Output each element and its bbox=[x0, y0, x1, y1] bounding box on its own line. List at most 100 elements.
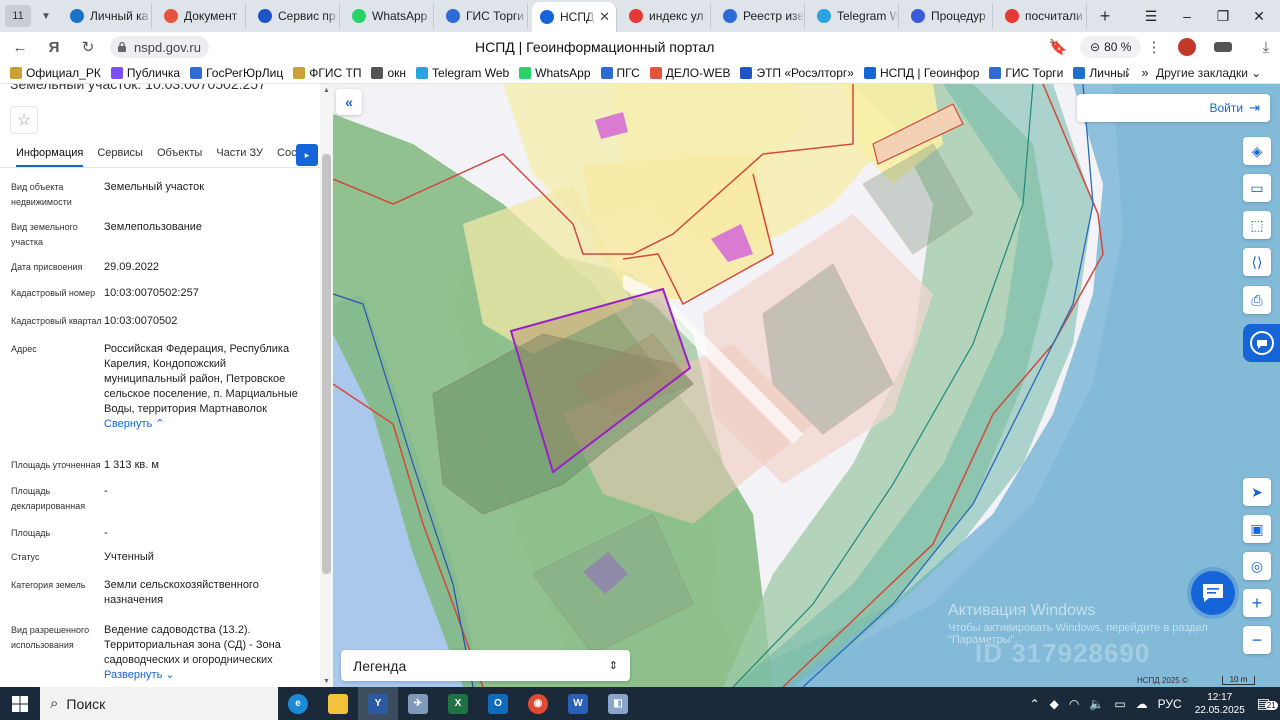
panel-tab[interactable]: Части ЗУ bbox=[216, 140, 263, 167]
app-generic[interactable]: ◧ bbox=[598, 687, 638, 720]
scroll-down-icon[interactable]: ▼ bbox=[320, 675, 333, 687]
minimize-icon[interactable]: – bbox=[1169, 0, 1205, 32]
bookmark-item[interactable]: ДЕЛО-WEB bbox=[649, 66, 730, 80]
activation-line-1: Чтобы активировать Windows, перейдите в … bbox=[948, 622, 1208, 634]
new-tab-button[interactable]: + bbox=[1093, 4, 1117, 28]
layers-icon[interactable]: ◈ bbox=[1243, 137, 1271, 165]
close-tab-icon[interactable]: ✕ bbox=[599, 9, 610, 25]
cloud-icon[interactable]: ☁ bbox=[1136, 697, 1148, 711]
reload-icon[interactable]: ↻ bbox=[74, 33, 102, 61]
zoom-in-button[interactable]: + bbox=[1243, 589, 1271, 617]
bookmark-item[interactable]: ЭТП «Росэлторг» bbox=[740, 66, 854, 80]
bookmark-item[interactable]: Официал_РК bbox=[10, 66, 101, 80]
panel-scrollbar[interactable]: ▲ ▼ bbox=[320, 84, 333, 687]
other-bookmarks[interactable]: Другие закладки ⌄ bbox=[1156, 66, 1261, 80]
bookmarks-more-icon[interactable]: » bbox=[1141, 65, 1148, 80]
locate-icon[interactable]: ◎ bbox=[1243, 552, 1271, 580]
browser-tab[interactable]: Личный ка bbox=[62, 3, 152, 29]
bookmark-item[interactable]: Личный bbox=[1073, 66, 1129, 80]
wifi-icon[interactable]: ◠ bbox=[1069, 697, 1079, 711]
collapse-panel-button[interactable]: « bbox=[336, 89, 362, 115]
bookmark-item[interactable]: НСПД | Геоинфор bbox=[863, 66, 979, 80]
minimap-icon[interactable]: ▣ bbox=[1243, 515, 1271, 543]
bookmark-favicon-icon bbox=[190, 66, 203, 79]
browser-tab[interactable]: Процедур bbox=[903, 3, 993, 29]
expand-usage-link[interactable]: Развернуть ⌄ bbox=[104, 668, 304, 683]
bookmark-label: Telegram Web bbox=[432, 65, 510, 80]
browser-tab[interactable]: ГИС Торги bbox=[438, 3, 528, 29]
scroll-thumb[interactable] bbox=[322, 154, 331, 574]
scroll-up-icon[interactable]: ▲ bbox=[320, 84, 333, 96]
bookmark-label: ГосРегЮрЛиц bbox=[206, 65, 284, 80]
favorite-star-icon[interactable]: ☆ bbox=[10, 106, 38, 134]
more-menu-icon[interactable]: ⋮ bbox=[1140, 33, 1168, 61]
menu-icon[interactable]: ☰ bbox=[1133, 0, 1169, 32]
windows-logo-icon bbox=[12, 695, 28, 712]
collapse-address-link[interactable]: Свернуть ⌃ bbox=[104, 417, 304, 432]
tabs-scroll-right-icon[interactable]: ▸ bbox=[296, 144, 318, 166]
browser-tab[interactable]: НСПД | ✕ bbox=[532, 2, 617, 32]
language-indicator[interactable]: РУС bbox=[1158, 697, 1182, 711]
chrome-app[interactable]: ◉ bbox=[518, 687, 558, 720]
browser-tab[interactable]: Сервис пр bbox=[250, 3, 340, 29]
browser-tab[interactable]: индекс ул bbox=[621, 3, 711, 29]
attribute-row: Дата присвоения 29.09.2022 bbox=[0, 260, 320, 275]
tab-counter[interactable]: 11 bbox=[5, 5, 31, 27]
ruler-icon[interactable]: ▭ bbox=[1243, 174, 1271, 202]
mail-app[interactable]: ✈ bbox=[398, 687, 438, 720]
downloads-icon[interactable]: ⤓ bbox=[1252, 33, 1280, 61]
excel-app[interactable]: X bbox=[438, 687, 478, 720]
bookmark-item[interactable]: ФГИС ТП bbox=[293, 66, 361, 80]
legend-dropdown[interactable]: Легенда ⇕ bbox=[341, 650, 630, 681]
feedback-tab[interactable] bbox=[1243, 324, 1280, 362]
browser-tab[interactable]: посчитали bbox=[997, 3, 1087, 29]
browser-tab[interactable]: Telegram W bbox=[809, 3, 899, 29]
bookmark-icon[interactable]: 🔖 bbox=[1044, 33, 1072, 61]
panel-tab[interactable]: Информация bbox=[16, 140, 84, 167]
bookmark-item[interactable]: ГИС Торги bbox=[989, 66, 1063, 80]
attribute-value: 10:03:0070502 bbox=[104, 314, 304, 329]
tray-chevron-icon[interactable]: ⌃ bbox=[1030, 697, 1040, 711]
bookmark-item[interactable]: ПГС bbox=[600, 66, 640, 80]
edge-app[interactable]: e bbox=[278, 687, 318, 720]
tray-app-icon[interactable]: ◆ bbox=[1050, 697, 1059, 711]
start-button[interactable] bbox=[0, 687, 40, 720]
close-window-icon[interactable]: ✕ bbox=[1241, 0, 1277, 32]
select-area-icon[interactable]: ⬚ bbox=[1243, 211, 1271, 239]
yandex-browser-app[interactable]: Y bbox=[358, 687, 398, 720]
url-field[interactable]: nspd.gov.ru bbox=[110, 36, 209, 58]
browser-tab[interactable]: Документ bbox=[156, 3, 246, 29]
bookmark-item[interactable]: Публичка bbox=[110, 66, 180, 80]
panel-tab[interactable]: Объекты bbox=[157, 140, 202, 167]
navigate-icon[interactable]: ➤ bbox=[1243, 478, 1271, 506]
restore-icon[interactable]: ❐ bbox=[1205, 0, 1241, 32]
extension-icon[interactable] bbox=[1178, 38, 1196, 56]
back-icon[interactable]: ← bbox=[6, 33, 34, 61]
login-button[interactable]: Войти ⇥ bbox=[1077, 94, 1270, 122]
browser-tab[interactable]: WhatsApp bbox=[344, 3, 434, 29]
share-icon[interactable]: ⟨⟩ bbox=[1243, 248, 1271, 276]
panel-tab[interactable]: Сервисы bbox=[97, 140, 143, 167]
address-bar: ← Я ↻ nspd.gov.ru НСПД | Геоинформационн… bbox=[0, 32, 1280, 62]
map-canvas[interactable] bbox=[333, 84, 1280, 687]
bookmark-item[interactable]: ГосРегЮрЛиц bbox=[190, 66, 283, 80]
notifications-button[interactable]: ▤ 21 bbox=[1257, 695, 1278, 712]
cadastral-map[interactable] bbox=[333, 84, 1280, 687]
zoom-out-button[interactable]: − bbox=[1243, 626, 1271, 654]
volume-icon[interactable]: 🔈 bbox=[1089, 697, 1104, 711]
outlook-app[interactable]: O bbox=[478, 687, 518, 720]
bookmark-item[interactable]: Telegram Web bbox=[416, 66, 509, 80]
explorer-app[interactable] bbox=[318, 687, 358, 720]
clock[interactable]: 12:17 22.05.2025 bbox=[1195, 691, 1245, 717]
zoom-indicator[interactable]: ⊝ 80 % bbox=[1080, 36, 1142, 58]
tab-list-chevron-icon[interactable]: ▼ bbox=[34, 5, 58, 27]
print-icon[interactable]: ⎙ bbox=[1243, 286, 1271, 314]
bookmark-item[interactable]: окн bbox=[371, 66, 406, 80]
taskbar-search[interactable]: ⌕ Поиск bbox=[40, 687, 278, 720]
word-app[interactable]: W bbox=[558, 687, 598, 720]
battery-icon[interactable]: ▭ bbox=[1114, 697, 1125, 711]
yandex-id-icon[interactable]: Я bbox=[40, 33, 68, 61]
bookmark-item[interactable]: WhatsApp bbox=[519, 66, 591, 80]
browser-tab[interactable]: Реестр изв bbox=[715, 3, 805, 29]
profile-icon[interactable] bbox=[1214, 42, 1232, 52]
